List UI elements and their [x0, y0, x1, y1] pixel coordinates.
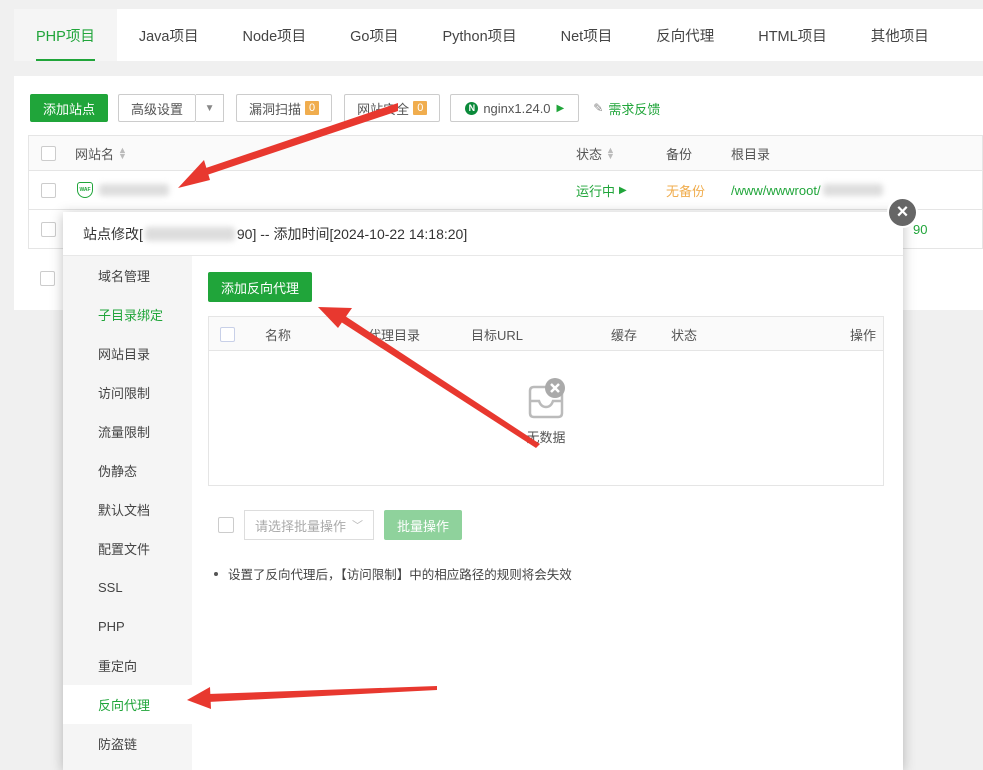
site-edit-modal: 站点修改[ 90] -- 添加时间[2024-10-22 14:18:20] 域… [63, 212, 903, 770]
play-icon: ▶ [619, 184, 627, 196]
tab-reverse-proxy[interactable]: 反向代理 [634, 9, 736, 61]
modal-content: 添加反向代理 名称 代理目录 目标URL 缓存 状态 操作 无数据 请选择批量操… [208, 256, 884, 770]
edit-icon: ✎ [593, 101, 604, 115]
chevron-down-icon: ﹀ [352, 520, 363, 532]
chevron-down-icon[interactable]: ▼ [196, 94, 225, 122]
sort-icon: ▲ ▼ [118, 145, 127, 161]
project-tabs: PHP项目 Java项目 Node项目 Go项目 Python项目 Net项目 … [14, 9, 983, 61]
security-count-badge: 0 [413, 101, 428, 115]
select-all-checkbox[interactable] [41, 145, 56, 161]
row-checkbox[interactable] [41, 182, 56, 198]
modal-title-suffix: 90] -- 添加时间[2024-10-22 14:18:20] [236, 225, 468, 242]
root-path-redacted [822, 184, 883, 196]
col-status-label: 状态 [576, 146, 603, 162]
modal-sidebar: 域名管理 子目录绑定 网站目录 访问限制 流量限制 伪静态 默认文档 配置文件 … [63, 256, 192, 770]
waf-shield-icon: WAF [77, 182, 93, 198]
col-site-name[interactable]: 网站名 ▲ ▼ [75, 136, 127, 170]
vuln-scan-label: 漏洞扫描 [249, 101, 302, 117]
modal-close-button[interactable]: × [887, 197, 918, 228]
col-action: 操作 [850, 327, 877, 343]
proxy-select-all-checkbox[interactable] [220, 326, 235, 342]
tab-other[interactable]: 其他项目 [849, 9, 951, 61]
tab-python[interactable]: Python项目 [420, 9, 538, 61]
site-name-redacted[interactable] [99, 184, 169, 196]
add-reverse-proxy-button[interactable]: 添加反向代理 [208, 272, 313, 302]
feedback-link[interactable]: ✎ 需求反馈 [593, 99, 660, 118]
col-root: 根目录 [731, 146, 771, 162]
batch-checkbox[interactable] [218, 517, 234, 533]
row-checkbox[interactable] [41, 221, 56, 237]
batch-select[interactable]: 请选择批量操作 ﹀ [244, 510, 374, 540]
add-site-button[interactable]: 添加站点 [30, 94, 109, 122]
col-status: 状态 [671, 327, 698, 343]
status-running[interactable]: 运行中 ▶ [576, 171, 627, 209]
batch-bar: 请选择批量操作 ﹀ 批量操作 [218, 510, 463, 540]
vuln-scan-button[interactable]: 漏洞扫描 0 [236, 94, 333, 122]
batch-select-placeholder: 请选择批量操作 [255, 518, 347, 534]
nginx-button[interactable]: N nginx1.24.0 ▶ [450, 94, 580, 122]
sort-icon: ▲ ▼ [606, 145, 615, 161]
modal-title-prefix: 站点修改[ [83, 225, 143, 242]
proxy-tip-text: 设置了反向代理后，【访问限制】中的相应路径的规则将会失效 [228, 568, 572, 582]
sidebar-item-default-doc[interactable]: 默认文档 [63, 490, 192, 529]
advanced-settings-button[interactable]: 高级设置 [118, 94, 197, 122]
sidebar-item-rewrite[interactable]: 伪静态 [63, 451, 192, 490]
col-target-url: 目标URL [471, 327, 524, 343]
batch-operate-button[interactable]: 批量操作 [384, 510, 463, 540]
sidebar-item-hotlink[interactable]: 防盗链 [63, 724, 192, 763]
modal-title: 站点修改[ 90] -- 添加时间[2024-10-22 14:18:20] [63, 212, 903, 256]
root-path[interactable]: /www/wwwroot/ [731, 171, 883, 209]
empty-state: 无数据 [209, 377, 883, 446]
root-path-label: /www/wwwroot/ [731, 182, 821, 198]
play-icon: ▶ [556, 102, 565, 114]
tab-php[interactable]: PHP项目 [14, 9, 117, 61]
site-toolbar: 添加站点 高级设置 ▼ 漏洞扫描 0 网站安全 0 N nginx1.24.0 … [30, 94, 660, 122]
tab-go[interactable]: Go项目 [328, 9, 420, 61]
footer-checkbox[interactable] [40, 270, 55, 286]
site-security-button[interactable]: 网站安全 0 [344, 94, 441, 122]
col-proxy-dir: 代理目录 [368, 327, 421, 343]
col-name: 名称 [265, 327, 292, 343]
vuln-count-badge: 0 [305, 101, 320, 115]
sidebar-item-ssl[interactable]: SSL [63, 568, 192, 607]
sidebar-item-php[interactable]: PHP [63, 607, 192, 646]
nginx-version: nginx1.24.0 [483, 100, 551, 116]
site-security-label: 网站安全 [357, 101, 410, 117]
site-name-redacted [144, 226, 235, 241]
sidebar-item-domain[interactable]: 域名管理 [63, 256, 192, 295]
empty-text: 无数据 [526, 430, 566, 445]
table-row: WAF 运行中 ▶ 无备份 /www/wwwroot/ [28, 171, 983, 210]
sidebar-item-subdir[interactable]: 子目录绑定 [63, 295, 192, 334]
close-icon: × [889, 199, 916, 226]
no-data-icon [528, 378, 565, 419]
col-site-name-label: 网站名 [75, 146, 115, 162]
sidebar-item-redirect[interactable]: 重定向 [63, 646, 192, 685]
proxy-tip: 设置了反向代理后，【访问限制】中的相应路径的规则将会失效 [214, 564, 572, 583]
site-table-header: 网站名 ▲ ▼ 状态 ▲ ▼ 备份 根目录 [28, 135, 983, 171]
proxy-table: 名称 代理目录 目标URL 缓存 状态 操作 无数据 [208, 316, 884, 486]
tab-java[interactable]: Java项目 [117, 9, 221, 61]
feedback-label: 需求反馈 [608, 101, 661, 117]
tab-node[interactable]: Node项目 [220, 9, 328, 61]
sidebar-item-traffic-limit[interactable]: 流量限制 [63, 412, 192, 451]
nginx-icon: N [465, 101, 479, 115]
col-cache: 缓存 [611, 327, 638, 343]
col-backup: 备份 [666, 146, 693, 162]
tab-html[interactable]: HTML项目 [736, 9, 848, 61]
sidebar-item-config[interactable]: 配置文件 [63, 529, 192, 568]
tab-net[interactable]: Net项目 [539, 9, 635, 61]
col-status[interactable]: 状态 ▲ ▼ [576, 136, 615, 170]
sidebar-item-access-limit[interactable]: 访问限制 [63, 373, 192, 412]
sidebar-item-reverse-proxy[interactable]: 反向代理 [63, 685, 192, 724]
backup-status[interactable]: 无备份 [666, 171, 705, 209]
sidebar-item-site-dir[interactable]: 网站目录 [63, 334, 192, 373]
status-label: 运行中 [576, 183, 616, 199]
proxy-table-header: 名称 代理目录 目标URL 缓存 状态 操作 [209, 317, 883, 351]
